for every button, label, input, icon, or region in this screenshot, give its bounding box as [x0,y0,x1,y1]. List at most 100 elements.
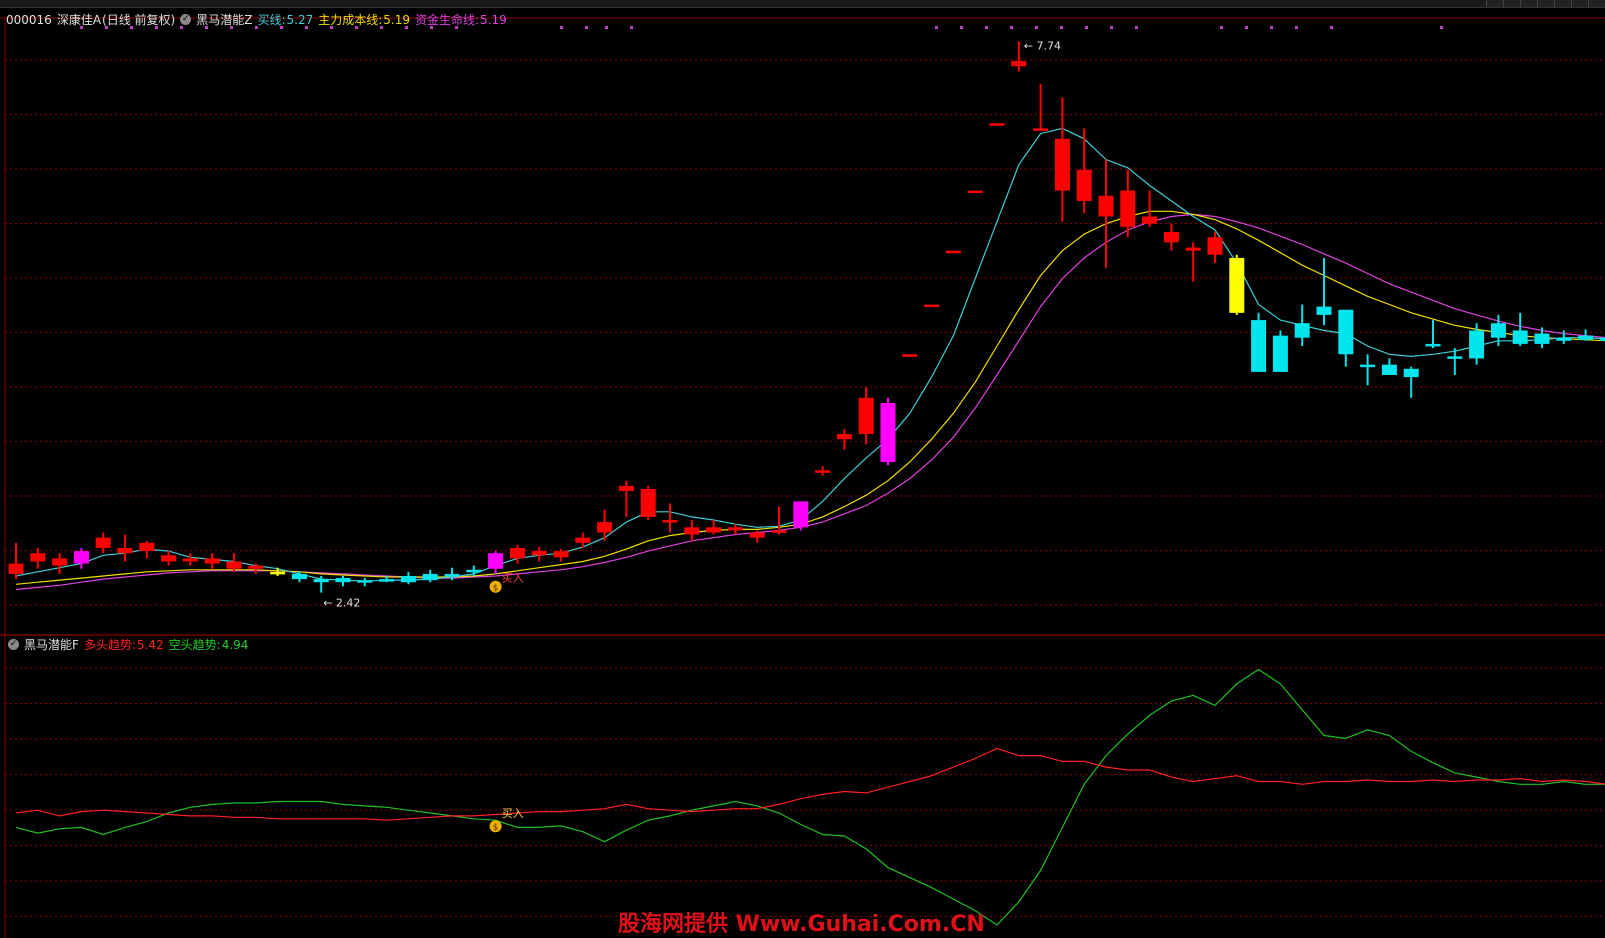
short-trend-value: 4.94 [221,637,249,652]
candle-body [73,551,89,564]
candle-body [1294,323,1310,338]
candle-body [575,537,591,543]
sub-legend: ✓ 黑马潜能F 多头趋势: 5.42 空头趋势: 4.94 [8,636,248,653]
candle-body [1011,61,1027,67]
candle-body [1229,257,1245,313]
candle-body [1469,330,1485,359]
stock-code: 000016 [6,12,52,27]
candle-body [335,578,351,583]
life-line [15,213,1605,591]
candle-body [204,558,220,564]
candle-body [270,571,286,575]
candle-body [1076,169,1092,201]
marker-dot [1440,26,1443,29]
marker-dot [1010,26,1013,29]
candle-body [357,580,373,583]
money-bag-icon-glyph: $ [493,823,499,833]
candle-body [684,527,700,535]
buy-line-label: 买线: [257,13,286,27]
candle-body [248,565,264,569]
candle-body [858,397,874,435]
marker-dot [985,26,988,29]
candle-body [488,553,504,569]
kline-chart[interactable]: ← 7.74← 2.42$买入$买入 [0,0,1605,938]
candle-body [182,558,198,562]
candle-body [1425,343,1441,347]
indicator-main-name[interactable]: 黑马潜能Z [196,11,252,28]
candle-body [1033,128,1049,131]
candle-body [379,579,395,582]
candle-body [226,561,242,569]
candle-body [618,485,634,492]
candle-body [52,558,68,566]
candle-body [139,542,155,552]
candle-body [597,522,613,533]
candle-body [880,402,896,463]
candle-body [902,354,918,357]
candle-body [1578,335,1594,340]
candle-body [1534,333,1550,344]
candle-body [1381,364,1397,375]
marker-dot [1330,26,1333,29]
candle-body [1185,247,1201,251]
candle-body [1207,237,1223,255]
cost-line-value: 5.19 [383,12,410,27]
candle-body [95,537,111,549]
long-trend-value: 5.42 [136,637,164,652]
marker-dot [1295,26,1298,29]
indicator-sub-name[interactable]: 黑马潜能F [24,636,79,653]
candle-body [1098,195,1114,217]
candle-body [444,573,460,577]
candle-body [793,501,809,528]
candle-body [1251,320,1267,372]
life-line-value: 5.19 [480,12,507,27]
candle-body [1447,356,1463,359]
money-bag-icon-glyph: $ [493,584,499,594]
candle-body [1338,309,1354,355]
high-price-label: ← 7.74 [1024,39,1061,52]
marker-dot [585,26,588,29]
marker-dot [560,26,563,29]
candle-body [727,527,743,531]
candle-body [989,123,1005,126]
check-icon[interactable]: ✓ [8,639,19,650]
candle-body [1403,368,1419,378]
watermark: 股海网提供 Www.Guhai.Com.CN [618,912,985,937]
candle-body [313,579,329,583]
marker-dot [960,26,963,29]
candle-body [1054,138,1070,191]
candle-body [815,470,831,473]
low-price-label: ← 2.42 [323,597,360,610]
buy-signal-label: 买入 [502,572,524,585]
candle-body [967,190,983,194]
candle-body [662,520,678,523]
candle-body [30,553,46,562]
candle-body [553,551,569,558]
long-trend-label: 多头趋势: [83,638,136,652]
candle-body [531,551,547,556]
candle-body [117,548,133,554]
candle-body [924,304,940,308]
marker-dot [1220,26,1223,29]
candle-body [1360,364,1376,368]
candle-body [836,434,852,440]
marker-dot [1060,26,1063,29]
main-legend: 000016 深康佳A (日线 前复权) ✓ 黑马潜能Z 买线: 5.27 主力… [6,11,507,28]
candle-body [291,573,307,580]
marker-dot [1245,26,1248,29]
candle-body [640,488,656,517]
marker-dot [1035,26,1038,29]
long-trend-line [15,747,1605,821]
candle-body [1316,306,1332,315]
candle-body [749,532,765,538]
chart-mode: (日线 前复权) [102,13,176,27]
marker-dot [1135,26,1138,29]
candle-body [706,527,722,533]
candle-body [466,569,482,573]
candle-body [161,555,177,562]
check-icon[interactable]: ✓ [180,14,192,25]
marker-dot [630,26,633,29]
candle-body [1142,216,1158,224]
candle-body [1120,190,1136,227]
candle-body [8,563,24,574]
